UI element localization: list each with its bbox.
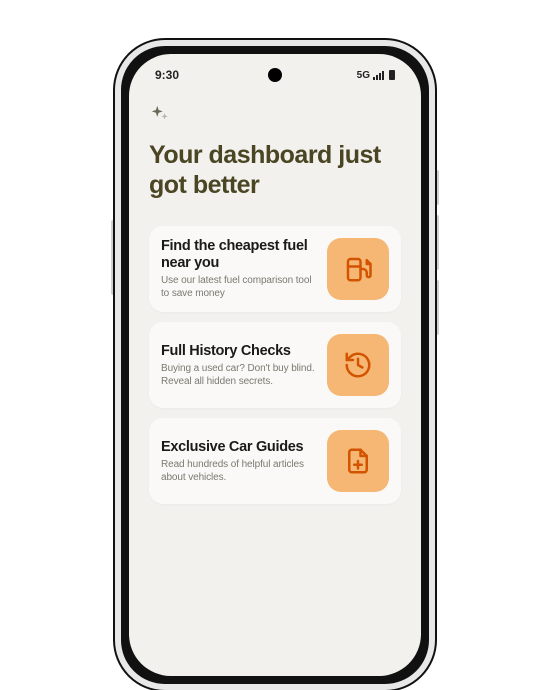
- side-button: [435, 170, 439, 205]
- card-title: Exclusive Car Guides: [161, 439, 317, 456]
- phone-frame: 9:30 5G Your dashboard just got better F…: [115, 40, 435, 690]
- document-plus-icon: [327, 430, 389, 492]
- feature-card-fuel[interactable]: Find the cheapest fuel near you Use our …: [149, 226, 401, 312]
- feature-card-guides[interactable]: Exclusive Car Guides Read hundreds of he…: [149, 418, 401, 504]
- side-button: [435, 280, 439, 335]
- status-indicators: 5G: [357, 70, 395, 81]
- battery-icon: [389, 70, 395, 80]
- side-button: [435, 215, 439, 270]
- status-time: 9:30: [155, 68, 179, 82]
- card-subtitle: Read hundreds of helpful articles about …: [161, 458, 317, 484]
- network-label: 5G: [357, 70, 370, 81]
- content-area: Your dashboard just got better Find the …: [129, 82, 421, 504]
- card-title: Full History Checks: [161, 343, 317, 360]
- feature-card-history[interactable]: Full History Checks Buying a used car? D…: [149, 322, 401, 408]
- fuel-pump-icon: [327, 238, 389, 300]
- signal-icon: [373, 71, 384, 80]
- sparkle-icon: [149, 104, 401, 131]
- screen: 9:30 5G Your dashboard just got better F…: [129, 54, 421, 676]
- history-icon: [327, 334, 389, 396]
- front-camera: [268, 68, 282, 82]
- phone-mockup: 9:30 5G Your dashboard just got better F…: [115, 40, 435, 690]
- page-headline: Your dashboard just got better: [149, 141, 401, 200]
- card-subtitle: Buying a used car? Don't buy blind. Reve…: [161, 362, 317, 388]
- card-subtitle: Use our latest fuel comparison tool to s…: [161, 274, 317, 300]
- card-title: Find the cheapest fuel near you: [161, 238, 317, 271]
